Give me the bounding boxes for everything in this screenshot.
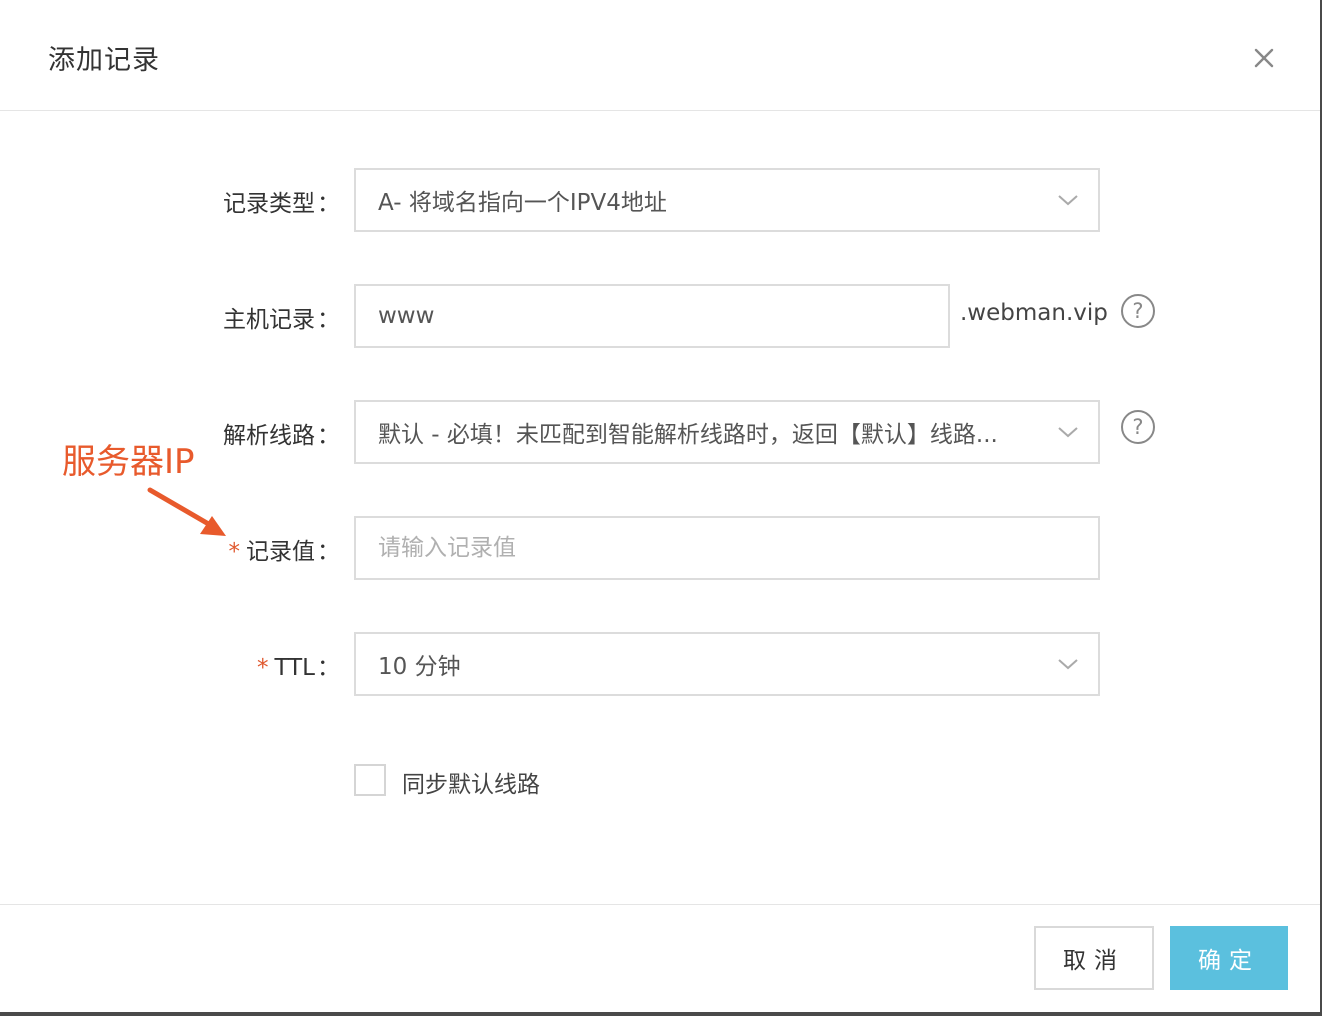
record-type-select[interactable]: A- 将域名指向一个IPV4地址: [354, 168, 1100, 232]
dialog-title: 添加记录: [48, 45, 160, 76]
line-label: 解析线路：: [223, 423, 340, 449]
sync-default-line-checkbox[interactable]: [354, 764, 386, 796]
dialog-header: 添加记录: [0, 0, 1320, 111]
add-record-dialog: 添加记录 记录类型： A- 将域名指向一个IPV4地址 主机记录： .webma…: [0, 0, 1322, 1016]
record-type-label: 记录类型：: [223, 191, 340, 217]
line-select[interactable]: 默认 - 必填！未匹配到智能解析线路时，返回【默认】线路...: [354, 400, 1100, 464]
server-ip-annotation: 服务器IP: [62, 442, 195, 482]
record-value-input[interactable]: [354, 516, 1100, 580]
ttl-label: * TTL：: [256, 655, 340, 681]
close-icon[interactable]: [1246, 40, 1282, 76]
chevron-down-icon: [1038, 634, 1098, 694]
line-value: 默认 - 必填！未匹配到智能解析线路时，返回【默认】线路...: [378, 422, 998, 448]
record-type-value: A- 将域名指向一个IPV4地址: [378, 190, 667, 216]
annotation-arrow-icon: [147, 487, 226, 536]
ttl-select[interactable]: 10 分钟: [354, 632, 1100, 696]
help-icon[interactable]: ?: [1120, 409, 1156, 445]
sync-default-line-label[interactable]: 同步默认线路: [402, 765, 540, 799]
required-mark: *: [256, 655, 269, 681]
host-record-label: 主机记录：: [223, 307, 340, 333]
ttl-value: 10 分钟: [378, 654, 461, 680]
chevron-down-icon: [1038, 170, 1098, 230]
footer-divider: [0, 904, 1320, 905]
host-record-input[interactable]: [354, 284, 950, 348]
confirm-button[interactable]: 确定: [1170, 926, 1288, 990]
help-icon[interactable]: ?: [1120, 293, 1156, 329]
record-value-label: * 记录值：: [228, 539, 341, 565]
chevron-down-icon: [1038, 402, 1098, 462]
required-mark: *: [228, 539, 241, 565]
svg-text:?: ?: [1132, 415, 1143, 439]
domain-suffix: .webman.vip: [960, 300, 1108, 326]
cancel-button[interactable]: 取消: [1034, 926, 1154, 990]
svg-text:?: ?: [1132, 299, 1143, 323]
